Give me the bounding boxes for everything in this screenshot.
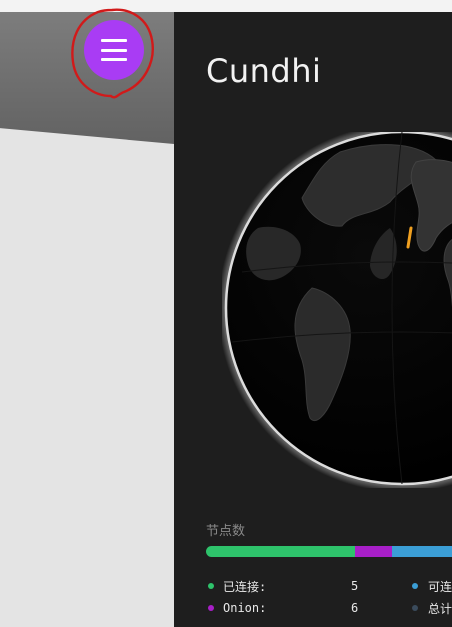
- nodes-stacked-bar: [206, 546, 452, 557]
- legend-label: Onion:: [223, 601, 267, 615]
- bar-segment-connected: [206, 546, 355, 557]
- reachable-dot-icon: [412, 583, 418, 589]
- bar-segment-onion: [354, 546, 392, 557]
- app-title: Cundhi: [206, 52, 322, 90]
- bar-segment-reachable: [391, 546, 452, 557]
- nodes-count-label: 节点数: [206, 523, 246, 538]
- total-dot-icon: [412, 605, 418, 611]
- top-strip: [0, 0, 452, 12]
- menu-button[interactable]: [84, 20, 144, 80]
- hamburger-menu-icon: [101, 39, 127, 61]
- legend-label: 已连接:: [223, 579, 267, 594]
- onion-dot-icon: [208, 605, 214, 611]
- legend-total: 总计: [412, 600, 452, 616]
- legend-count: 5: [351, 579, 359, 593]
- screen: Cundhi 节点数 已连接: 5 Onion: 6 可连 总计: [0, 0, 452, 627]
- legend-label: 可连: [428, 579, 452, 594]
- legend-label: 总计: [428, 601, 452, 616]
- legend-reachable: 可连: [412, 578, 452, 594]
- legend-count: 6: [351, 601, 359, 615]
- globe-map[interactable]: [222, 132, 452, 488]
- legend-connected: 已连接: 5: [208, 578, 381, 594]
- legend-onion: Onion: 6: [208, 600, 381, 616]
- main-panel: Cundhi 节点数 已连接: 5 Onion: 6 可连 总计: [174, 12, 452, 627]
- header-band: [0, 12, 174, 144]
- connected-dot-icon: [208, 583, 214, 589]
